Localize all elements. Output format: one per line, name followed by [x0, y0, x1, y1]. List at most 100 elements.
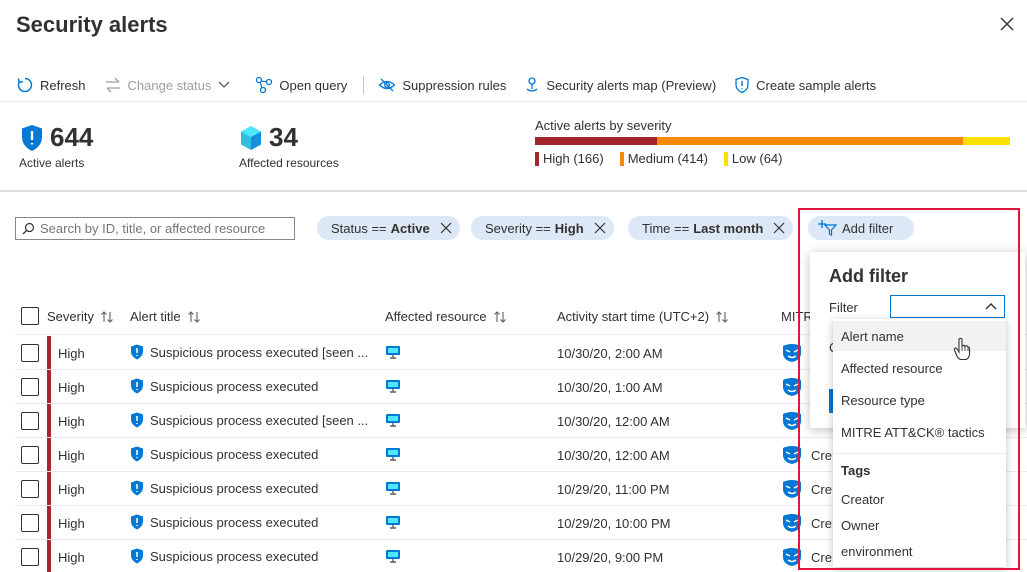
- row-activity-time: 10/29/20, 10:00 PM: [557, 516, 671, 531]
- shield-alert-icon: [131, 548, 143, 564]
- column-severity[interactable]: Severity: [47, 309, 114, 324]
- mitre-tactic-icon[interactable]: [781, 479, 803, 499]
- virtual-machine-icon[interactable]: [385, 446, 401, 462]
- toolbar-divider: [363, 76, 365, 94]
- shield-alert-icon: [131, 446, 143, 462]
- column-activity-start-time[interactable]: Activity start time (UTC+2): [557, 309, 729, 324]
- create-sample-alerts-label: Create sample alerts: [756, 77, 877, 93]
- row-alert-title[interactable]: Suspicious process executed [seen ...: [130, 344, 380, 360]
- map-pin-icon: [526, 77, 538, 92]
- mitre-tactic-icon[interactable]: [781, 377, 803, 397]
- security-alerts-map-button[interactable]: Security alerts map (Preview): [524, 76, 716, 94]
- hand-cursor-icon: [953, 337, 971, 361]
- row-alert-title[interactable]: Suspicious process executed: [130, 378, 380, 394]
- row-alert-title[interactable]: Suspicious process executed: [130, 480, 380, 496]
- row-truncated-cell: Cre: [811, 550, 832, 565]
- row-checkbox[interactable]: [21, 480, 39, 498]
- query-icon: [256, 76, 273, 94]
- mitre-tactic-icon[interactable]: [781, 445, 803, 465]
- filter-pill-key: Time ==: [642, 220, 690, 236]
- row-alert-title-text: Suspicious process executed [seen ...: [150, 412, 369, 428]
- close-icon[interactable]: [594, 222, 606, 234]
- row-alert-title[interactable]: Suspicious process executed: [130, 514, 380, 530]
- legend-low[interactable]: Low (64): [723, 151, 782, 166]
- legend-medium[interactable]: Medium (414): [619, 151, 708, 166]
- suppression-rules-button[interactable]: Suppression rules: [378, 76, 506, 94]
- filter-pill-severity[interactable]: Severity == High: [471, 216, 614, 240]
- affected-resources-metric: 34: [239, 122, 298, 153]
- change-status-button[interactable]: Change status: [104, 76, 238, 94]
- filter-pill-status[interactable]: Status == Active: [317, 216, 460, 240]
- create-sample-alerts-button[interactable]: Create sample alerts: [734, 76, 876, 94]
- open-query-label: Open query: [279, 77, 348, 93]
- severity-bar[interactable]: [535, 137, 1010, 145]
- virtual-machine-icon[interactable]: [385, 514, 401, 530]
- row-alert-title[interactable]: Suspicious process executed: [130, 548, 380, 564]
- sort-icon: [493, 310, 506, 323]
- virtual-machine-icon[interactable]: [385, 378, 401, 394]
- open-query-button[interactable]: Open query: [255, 76, 347, 94]
- filter-option-resource-type[interactable]: Resource type: [833, 385, 1006, 415]
- filter-option-environment[interactable]: environment: [833, 536, 1006, 566]
- mitre-tactic-icon[interactable]: [781, 547, 803, 567]
- column-affected-resource[interactable]: Affected resource: [385, 309, 507, 324]
- severity-indicator: [47, 370, 51, 404]
- refresh-button[interactable]: Refresh: [16, 76, 86, 94]
- close-icon[interactable]: [773, 222, 785, 234]
- row-activity-time: 10/30/20, 12:00 AM: [557, 448, 670, 463]
- select-all-checkbox[interactable]: [21, 307, 39, 325]
- row-checkbox[interactable]: [21, 548, 39, 566]
- severity-bar-medium: [657, 137, 963, 145]
- cube-icon: [241, 125, 261, 150]
- summary-divider: [0, 190, 1027, 192]
- add-filter-button[interactable]: Add filter: [808, 216, 914, 240]
- row-alert-title[interactable]: Suspicious process executed: [130, 446, 380, 462]
- legend-high-label: High (166): [543, 151, 604, 166]
- filter-option-alert-name[interactable]: Alert name: [833, 321, 1006, 351]
- shield-alert-icon: [131, 412, 143, 428]
- filter-options-dropdown: Alert name Affected resource Resource ty…: [833, 319, 1006, 567]
- row-checkbox[interactable]: [21, 514, 39, 532]
- shield-alert-icon: [131, 344, 143, 360]
- affected-resources-count: 34: [269, 122, 298, 152]
- severity-bar-high: [535, 137, 658, 145]
- column-alert-title[interactable]: Alert title: [130, 309, 201, 324]
- severity-indicator: [47, 472, 51, 506]
- row-truncated-cell: Cre: [811, 516, 832, 531]
- row-checkbox[interactable]: [21, 412, 39, 430]
- affected-resources-label: Affected resources: [239, 156, 339, 170]
- virtual-machine-icon[interactable]: [385, 344, 401, 360]
- refresh-icon: [17, 77, 33, 93]
- row-checkbox[interactable]: [21, 344, 39, 362]
- search-box[interactable]: [15, 217, 295, 240]
- mitre-tactic-icon[interactable]: [781, 343, 803, 363]
- add-filter-panel-title: Add filter: [829, 266, 908, 286]
- filter-option-affected-resource[interactable]: Affected resource: [833, 353, 1006, 383]
- severity-bar-low: [962, 137, 1010, 145]
- search-input[interactable]: [40, 221, 280, 236]
- row-checkbox[interactable]: [21, 378, 39, 396]
- eye-hidden-icon: [378, 78, 396, 92]
- virtual-machine-icon[interactable]: [385, 480, 401, 496]
- row-truncated-cell: Cre: [811, 482, 832, 497]
- mitre-tactic-icon[interactable]: [781, 411, 803, 431]
- row-alert-title-text: Suspicious process executed: [150, 514, 319, 530]
- filter-select[interactable]: [890, 295, 1005, 318]
- virtual-machine-icon[interactable]: [385, 548, 401, 564]
- close-icon[interactable]: [997, 14, 1017, 34]
- severity-indicator: [47, 336, 51, 370]
- filter-option-mitre-tactics[interactable]: MITRE ATT&CK® tactics: [833, 417, 1006, 447]
- severity-indicator: [47, 404, 51, 438]
- severity-indicator: [47, 506, 51, 540]
- shield-alert-icon: [131, 514, 143, 530]
- mitre-tactic-icon[interactable]: [781, 513, 803, 533]
- close-icon[interactable]: [440, 222, 452, 234]
- row-checkbox[interactable]: [21, 446, 39, 464]
- add-filter-label: Add filter: [842, 220, 894, 236]
- legend-high[interactable]: High (166): [535, 151, 604, 166]
- filter-pill-time[interactable]: Time == Last month: [628, 216, 794, 240]
- virtual-machine-icon[interactable]: [385, 412, 401, 428]
- row-alert-title[interactable]: Suspicious process executed [seen ...: [130, 412, 380, 428]
- filter-field-label: Filter: [829, 300, 858, 315]
- filter-pill-value: Last month: [693, 220, 764, 236]
